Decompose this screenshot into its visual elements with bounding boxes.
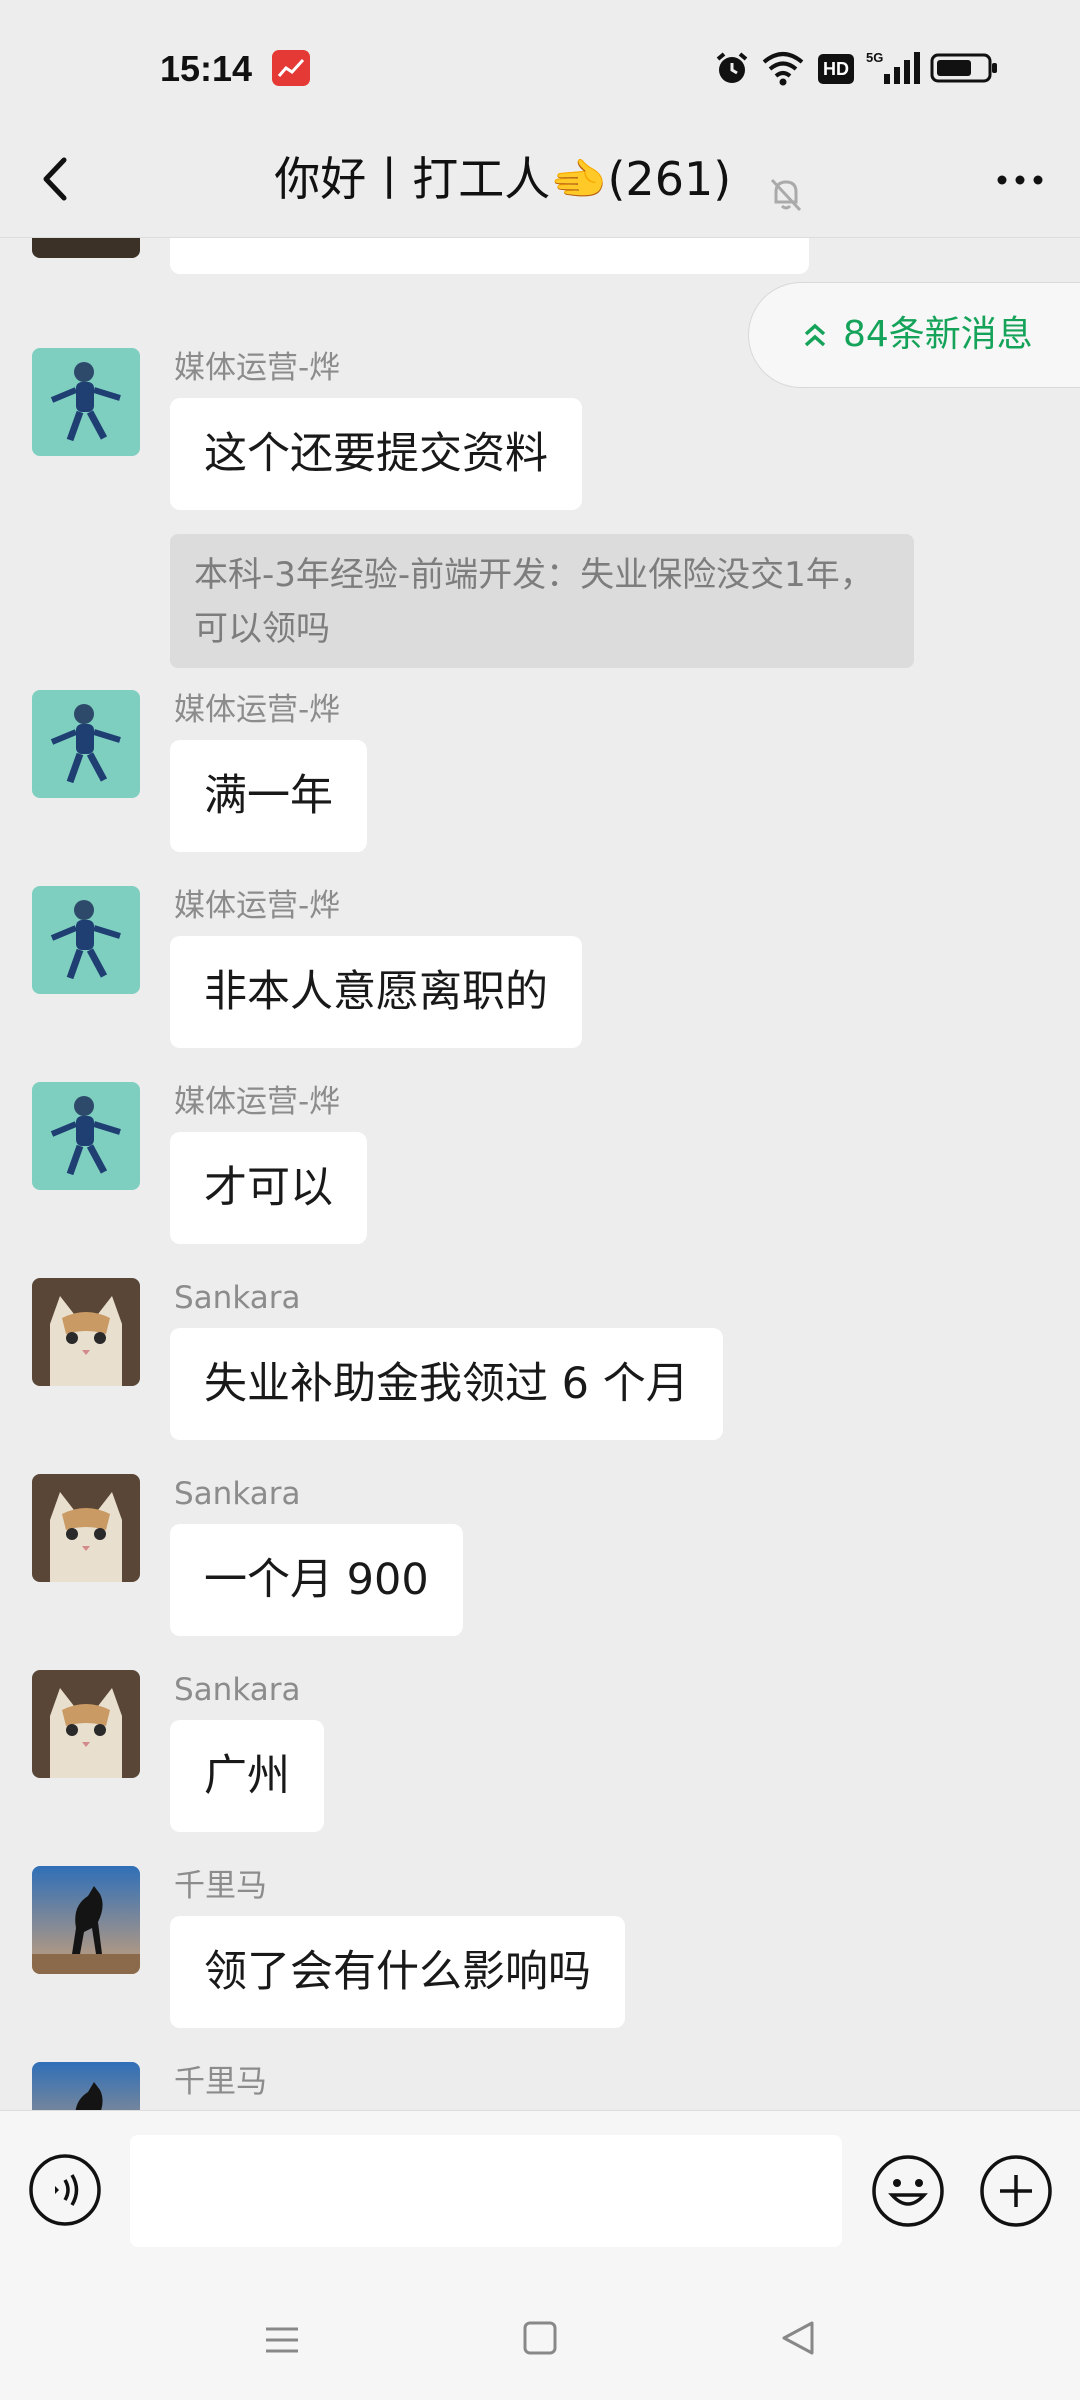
- more-actions-button[interactable]: [978, 2153, 1054, 2229]
- message-list[interactable]: 失业保险没交 1 年，可以领吗 84条新消息 媒体运营-烨 这个还要提交资料 本…: [0, 238, 1080, 2110]
- alarm-icon: [712, 50, 752, 86]
- message-input[interactable]: [130, 2135, 842, 2247]
- message-bubble[interactable]: 非本人意愿离职的: [170, 936, 582, 1048]
- sender-name: Sankara: [174, 1672, 301, 1708]
- plus-icon: [980, 2155, 1052, 2227]
- sender-name: 媒体运营-烨: [174, 350, 341, 386]
- emoji-icon: [872, 2155, 944, 2227]
- message-bubble[interactable]: 一个月 900: [170, 1524, 463, 1636]
- system-nav-bar: [0, 2280, 1080, 2400]
- signal-icon: 5G: [866, 50, 920, 86]
- chat-title: 你好丨打工人🫲(261): [0, 144, 1080, 214]
- chat-title-text: 你好丨打工人🫲(261): [274, 152, 732, 206]
- person-avatar[interactable]: [32, 886, 140, 994]
- person-avatar[interactable]: [32, 348, 140, 456]
- voice-icon: [29, 2154, 101, 2226]
- emoji-button[interactable]: [870, 2153, 946, 2229]
- network-label: 5G: [866, 50, 883, 65]
- cat-avatar[interactable]: [32, 1278, 140, 1386]
- sender-name: 千里马: [174, 2064, 267, 2100]
- cat-avatar[interactable]: [32, 1474, 140, 1582]
- more-dots-icon: [997, 175, 1043, 185]
- quoted-message[interactable]: 本科-3年经验-前端开发：失业保险没交1年，可以领吗: [170, 534, 914, 668]
- message-bubble[interactable]: 广州: [170, 1720, 324, 1832]
- person-avatar[interactable]: [32, 690, 140, 798]
- new-messages-label: 84条新消息: [843, 314, 1033, 355]
- input-bar: [0, 2110, 1080, 2280]
- sender-name: 千里马: [174, 1868, 267, 1904]
- hd-badge: HD: [818, 54, 854, 84]
- partial-avatar[interactable]: [32, 238, 140, 258]
- chat-header: 你好丨打工人🫲(261): [0, 120, 1080, 238]
- battery-icon: [930, 50, 1000, 86]
- more-options-button[interactable]: [990, 150, 1050, 210]
- home-icon[interactable]: [520, 2318, 560, 2358]
- message-bubble[interactable]: 失业保险没交 1 年，可以领吗: [170, 238, 809, 274]
- app-notification-icon: [272, 50, 310, 86]
- message-bubble[interactable]: 领了会有什么影响吗: [170, 1916, 625, 2028]
- bell-off-icon: [766, 163, 806, 211]
- message-bubble[interactable]: 满一年: [170, 740, 367, 852]
- cat-avatar[interactable]: [32, 1670, 140, 1778]
- sender-name: 媒体运营-烨: [174, 1084, 341, 1120]
- horse-avatar[interactable]: [32, 2062, 140, 2110]
- sender-name: 媒体运营-烨: [174, 692, 341, 728]
- double-chevron-up-icon: [804, 323, 826, 347]
- new-messages-button[interactable]: 84条新消息: [748, 282, 1080, 388]
- menu-icon[interactable]: [262, 2320, 302, 2360]
- sender-name: 媒体运营-烨: [174, 888, 341, 924]
- message-bubble[interactable]: 这个还要提交资料: [170, 398, 582, 510]
- horse-avatar[interactable]: [32, 1866, 140, 1974]
- message-bubble[interactable]: 才可以: [170, 1132, 367, 1244]
- message-bubble[interactable]: 失业补助金我领过 6 个月: [170, 1328, 723, 1440]
- person-avatar[interactable]: [32, 1082, 140, 1190]
- back-triangle-icon[interactable]: [778, 2318, 818, 2358]
- status-bar: 15:14 HD 5G: [0, 0, 1080, 120]
- status-time: 15:14: [160, 48, 253, 89]
- wifi-icon: [760, 50, 806, 86]
- sender-name: Sankara: [174, 1476, 301, 1512]
- sender-name: Sankara: [174, 1280, 301, 1316]
- voice-button[interactable]: [28, 2153, 102, 2227]
